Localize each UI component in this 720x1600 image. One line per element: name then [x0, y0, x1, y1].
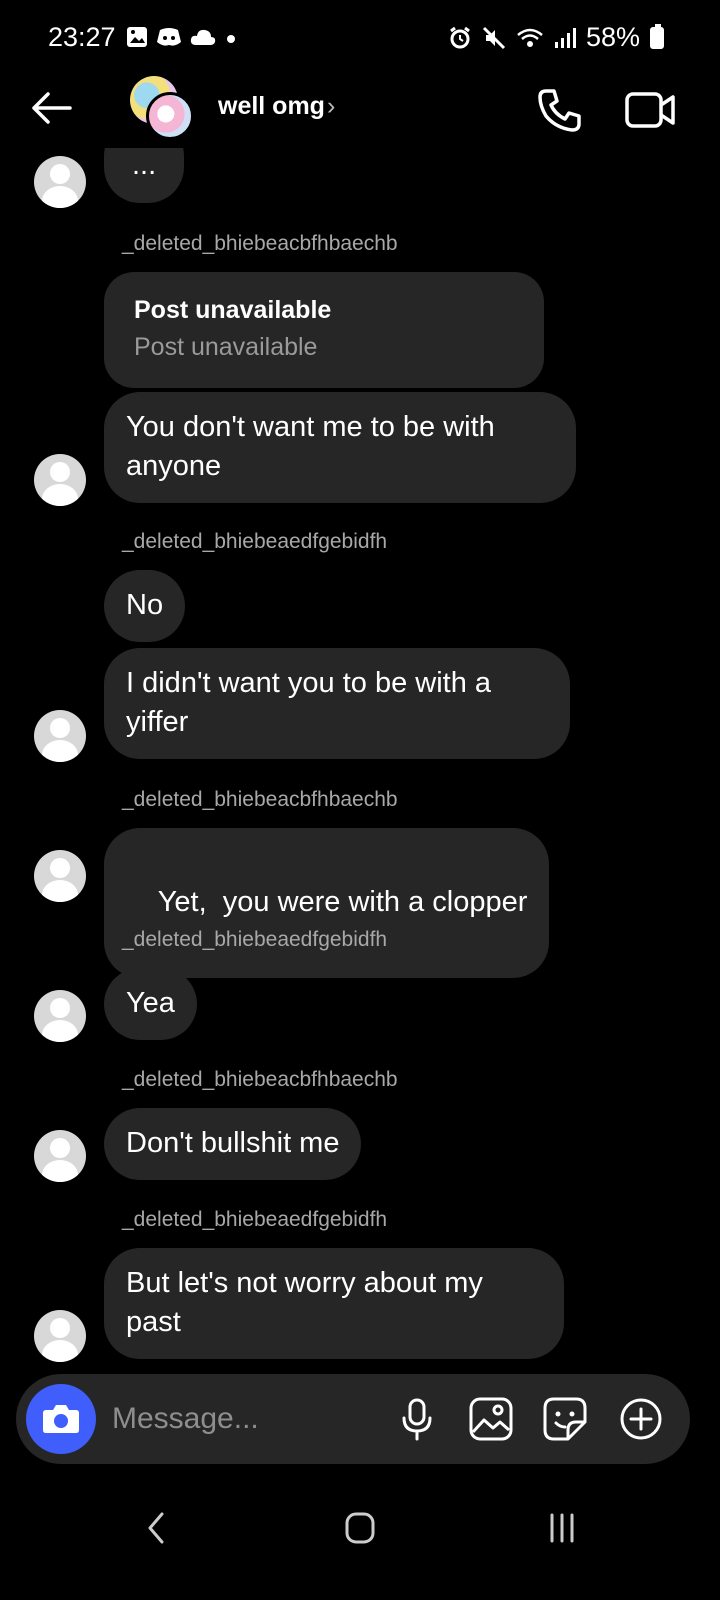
- message-composer: [16, 1374, 690, 1464]
- message-bubble[interactable]: You don't want me to be with anyone: [104, 392, 576, 503]
- voice-call-button[interactable]: [536, 86, 584, 134]
- message-input[interactable]: [112, 1396, 392, 1442]
- message-text: I didn't want you to be with a yiffer: [126, 667, 492, 738]
- message-bubble[interactable]: ...: [104, 148, 185, 203]
- message-text: You don't want me to be with anyone: [126, 411, 495, 482]
- microphone-icon: [402, 1398, 432, 1441]
- message-text: Don't bullshit me: [126, 1127, 340, 1159]
- sender-name: _deleted_bhiebeaedfgebidfh: [122, 928, 388, 951]
- message-thread[interactable]: ... _deleted_bhiebeacbfhbaechb Post unav…: [0, 148, 720, 1390]
- avatar[interactable]: [34, 156, 86, 208]
- chat-title[interactable]: well omg›: [218, 92, 335, 121]
- sender-name: _deleted_bhiebeacbfhbaechb: [122, 1068, 398, 1091]
- message-bubble[interactable]: No: [104, 570, 186, 642]
- message-bubble[interactable]: Don't bullshit me: [104, 1108, 362, 1180]
- nav-home-button[interactable]: [330, 1502, 390, 1554]
- image-icon: [469, 1397, 513, 1441]
- arrow-left-icon: [32, 92, 72, 124]
- post-title: Post unavailable: [134, 296, 332, 324]
- avatar[interactable]: [34, 990, 86, 1042]
- message-bubble[interactable]: But let's not worry about my past: [104, 1248, 564, 1359]
- avatar: [146, 92, 194, 140]
- message-bubble[interactable]: Yea: [104, 968, 197, 1040]
- sticker-button[interactable]: [542, 1396, 588, 1442]
- gallery-button[interactable]: [468, 1396, 514, 1442]
- video-call-button[interactable]: [624, 86, 676, 134]
- sender-name: _deleted_bhiebeacbfhbaechb: [122, 232, 398, 255]
- message-text: Yea: [126, 987, 175, 1019]
- home-square-icon: [345, 1512, 375, 1544]
- avatar[interactable]: [34, 454, 86, 506]
- plus-circle-icon: [620, 1398, 662, 1440]
- status-time: 23:27: [48, 22, 116, 52]
- message-text: But let's not worry about my past: [126, 1267, 483, 1338]
- status-bar: 23:27 58%: [0, 0, 720, 80]
- chevron-right-icon: ›: [326, 92, 336, 120]
- back-button[interactable]: [28, 84, 76, 132]
- message-bubble[interactable]: I didn't want you to be with a yiffer: [104, 648, 570, 759]
- chat-title-text: well omg: [218, 92, 325, 120]
- sender-name: _deleted_bhiebeaedfgebidfh: [122, 530, 388, 553]
- recents-icon: [550, 1513, 574, 1543]
- sticker-icon: [543, 1397, 587, 1441]
- dot-icon: [227, 35, 235, 43]
- mute-icon: [482, 26, 506, 49]
- more-options-button[interactable]: [618, 1396, 664, 1442]
- shared-post-card[interactable]: Post unavailable Post unavailable: [104, 272, 544, 388]
- nav-recents-button[interactable]: [532, 1502, 592, 1554]
- chevron-left-icon: [148, 1512, 164, 1544]
- alarm-icon: [450, 26, 470, 48]
- cloud-icon: [190, 29, 216, 45]
- camera-icon: [43, 1405, 79, 1433]
- avatar[interactable]: [34, 850, 86, 902]
- discord-notification-icon: [157, 28, 181, 46]
- system-status: 58%: [448, 22, 664, 53]
- chat-header: well omg›: [0, 72, 720, 148]
- avatar[interactable]: [34, 1310, 86, 1362]
- message-text: Yet, you were with a clopper: [157, 886, 528, 918]
- post-subtitle: Post unavailable: [134, 333, 318, 361]
- battery-icon: [650, 23, 664, 49]
- group-avatar[interactable]: [130, 76, 196, 140]
- battery-percent: 58%: [585, 22, 640, 52]
- message-bubble[interactable]: Yet, you were with a clopper: [104, 828, 550, 978]
- avatar[interactable]: [34, 1130, 86, 1182]
- phone-icon: [538, 89, 581, 132]
- voice-message-button[interactable]: [394, 1396, 440, 1442]
- camera-button[interactable]: [26, 1384, 96, 1454]
- gallery-notification-icon: [127, 27, 147, 47]
- notification-icons: [126, 26, 238, 48]
- sender-name: _deleted_bhiebeaedfgebidfh: [122, 1208, 388, 1231]
- nav-back-button[interactable]: [126, 1502, 186, 1554]
- signal-icon: [554, 27, 576, 48]
- message-text: ...: [132, 149, 157, 181]
- video-camera-icon: [625, 92, 675, 128]
- wifi-icon: [517, 28, 543, 47]
- sender-name: _deleted_bhiebeacbfhbaechb: [122, 788, 398, 811]
- system-nav-bar: [0, 1490, 720, 1570]
- message-text: No: [126, 589, 164, 621]
- avatar[interactable]: [34, 710, 86, 762]
